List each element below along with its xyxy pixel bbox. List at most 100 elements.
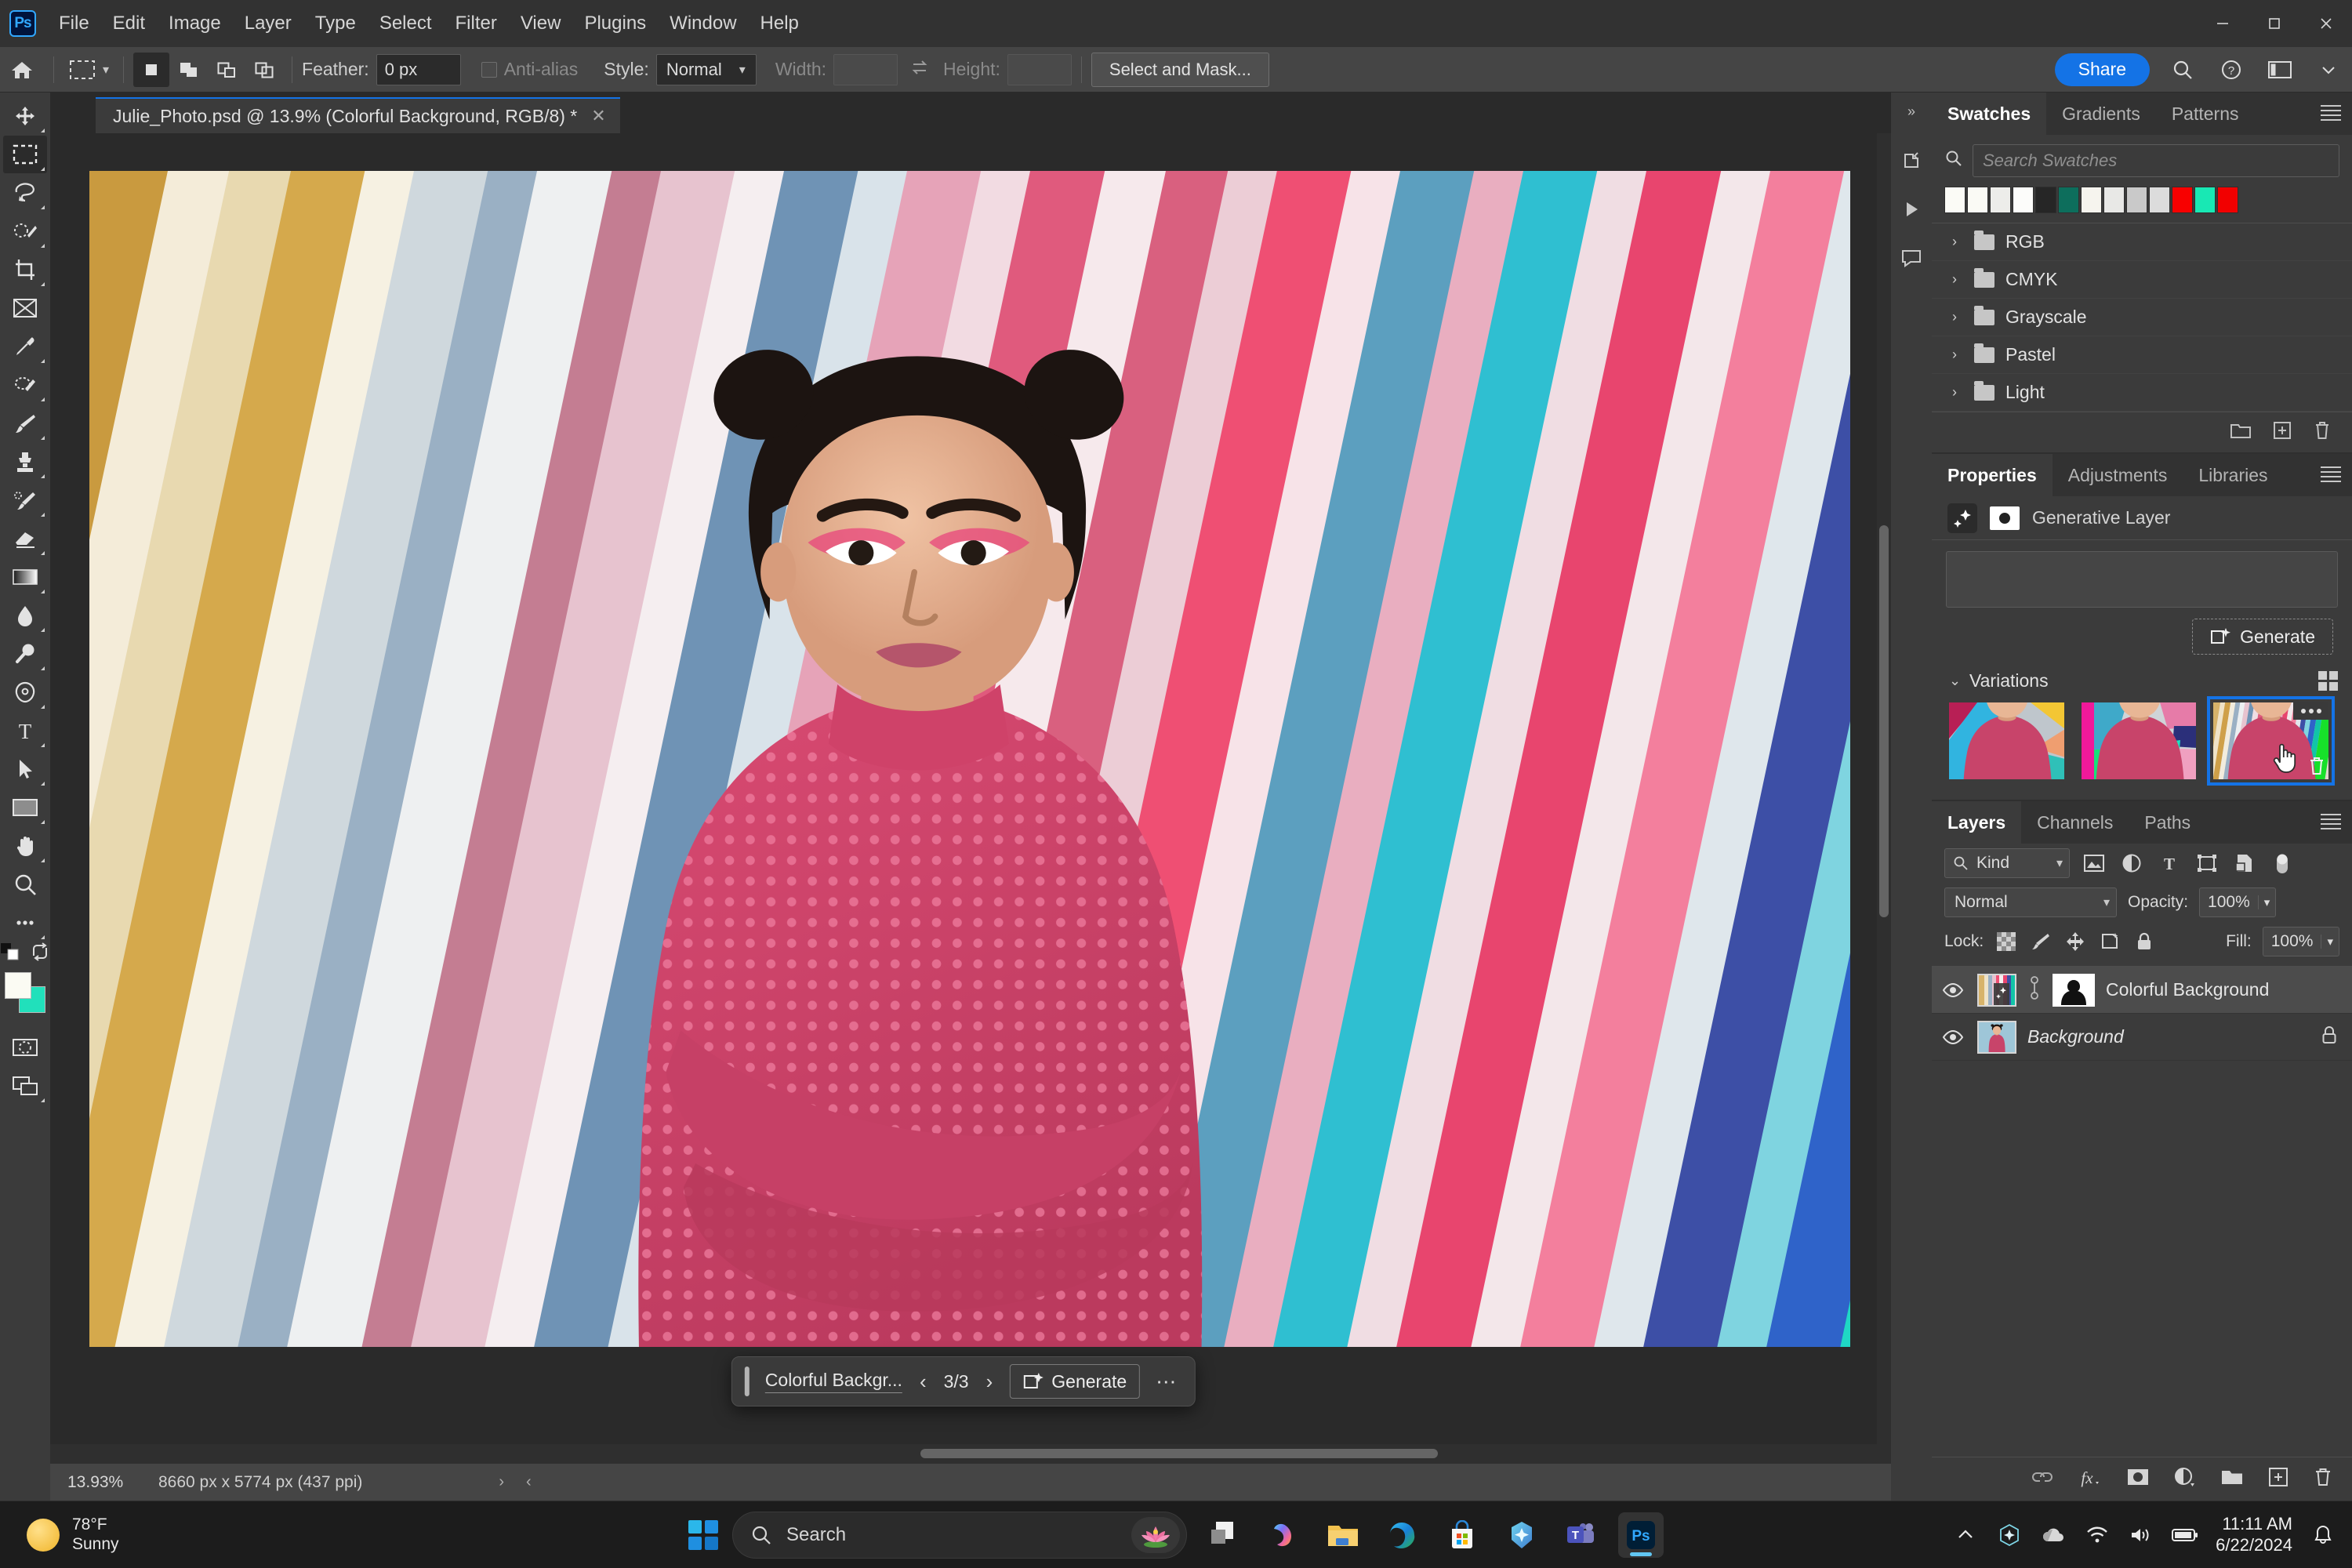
photoshop-icon[interactable]: Ps (1618, 1512, 1664, 1558)
lock-all-icon[interactable] (2132, 930, 2156, 953)
chevron-right-icon[interactable]: › (980, 1370, 1000, 1394)
gradient-tool[interactable] (3, 558, 47, 596)
canvas-horizontal-scrollbar[interactable] (50, 1444, 1891, 1463)
more-options-icon[interactable]: ⋯ (1151, 1370, 1182, 1394)
opacity-input[interactable]: 100% ▾ (2199, 887, 2277, 917)
intersect-selection-button[interactable] (246, 53, 282, 87)
copilot-icon[interactable] (1261, 1512, 1306, 1558)
swatch-item[interactable] (2058, 187, 2079, 213)
menu-type[interactable]: Type (303, 0, 368, 47)
blur-tool[interactable] (3, 597, 47, 634)
swatch-item[interactable] (2013, 187, 2034, 213)
share-button[interactable]: Share (2054, 53, 2150, 86)
document-tab[interactable]: Julie_Photo.psd @ 13.9% (Colorful Backgr… (96, 97, 620, 133)
pen-tool[interactable] (3, 673, 47, 711)
layer-link-icon[interactable] (2027, 975, 2042, 1004)
variation-thumbnail-1[interactable] (1949, 702, 2064, 779)
swatch-item[interactable] (2126, 187, 2147, 213)
hand-tool[interactable] (3, 827, 47, 865)
chevron-down-icon[interactable] (2313, 54, 2344, 85)
swatch-item[interactable] (2217, 187, 2238, 213)
taskbar-search-input[interactable]: Search (732, 1511, 1187, 1559)
style-select[interactable]: Normal ▾ (655, 53, 757, 85)
variations-header[interactable]: ⌄ Variations (1932, 664, 2352, 699)
layer-thumbnail[interactable] (1977, 1020, 2016, 1054)
canvas-vertical-scrollbar[interactable] (1877, 133, 1891, 1444)
close-icon[interactable]: ✕ (591, 106, 605, 126)
layer-name[interactable]: Colorful Background (2106, 979, 2338, 1000)
clone-stamp-tool[interactable] (3, 443, 47, 481)
adjustment-layer-icon[interactable] (2173, 1467, 2197, 1492)
link-layers-icon[interactable] (2031, 1468, 2054, 1490)
layer-thumbnail[interactable] (1977, 973, 2016, 1007)
layer-lock-icon[interactable] (2321, 1025, 2338, 1050)
type-tool[interactable]: T (3, 712, 47, 750)
layer-name[interactable]: Background (2027, 1026, 2310, 1047)
chevron-left-icon[interactable]: ‹ (913, 1370, 933, 1394)
play-icon[interactable] (1896, 194, 1927, 225)
object-selection-tool[interactable] (3, 212, 47, 250)
layer-visibility-icon[interactable] (1940, 1029, 1966, 1045)
screen-mode-icon[interactable] (3, 1067, 47, 1105)
zoom-tool[interactable] (3, 866, 47, 903)
menu-filter[interactable]: Filter (444, 0, 509, 47)
minimize-icon[interactable] (2197, 0, 2249, 47)
menu-image[interactable]: Image (157, 0, 233, 47)
bell-icon[interactable] (2310, 1522, 2336, 1548)
anti-alias-checkbox[interactable] (481, 61, 497, 78)
menu-select[interactable]: Select (368, 0, 444, 47)
spot-healing-brush-tool[interactable] (3, 366, 47, 404)
layer-style-icon[interactable]: fx (2078, 1467, 2103, 1492)
home-icon[interactable] (0, 59, 44, 81)
artboard-image[interactable] (89, 171, 1850, 1347)
swatch-item[interactable] (1967, 187, 1988, 213)
eraser-tool[interactable] (3, 520, 47, 557)
microsoft-store-icon[interactable] (1439, 1512, 1485, 1558)
file-explorer-icon[interactable] (1320, 1512, 1366, 1558)
workspace-icon[interactable] (2264, 54, 2296, 85)
swatch-item[interactable] (2149, 187, 2170, 213)
generative-prompt-input[interactable] (1946, 551, 2338, 608)
panel-menu-icon[interactable] (2321, 814, 2341, 833)
swatch-item[interactable] (2103, 187, 2125, 213)
menu-file[interactable]: File (47, 0, 101, 47)
tab-swatches[interactable]: Swatches (1932, 93, 2047, 135)
close-icon[interactable] (2300, 0, 2352, 47)
lock-position-icon[interactable] (2063, 930, 2087, 953)
generate-button[interactable]: Generate (2192, 619, 2333, 655)
tab-channels[interactable]: Channels (2021, 801, 2129, 844)
task-view-icon[interactable] (1201, 1512, 1247, 1558)
swatch-folder-light[interactable]: › Light (1932, 374, 2352, 412)
tool-preset-picker[interactable]: ▾ (64, 58, 114, 82)
swatch-item[interactable] (1944, 187, 1965, 213)
add-mask-icon[interactable] (2126, 1468, 2150, 1491)
pixel-filter-icon[interactable] (2081, 850, 2107, 877)
brush-tool[interactable] (3, 405, 47, 442)
feather-input[interactable] (376, 53, 461, 85)
lock-artboard-icon[interactable] (2098, 930, 2122, 953)
lasso-tool[interactable] (3, 174, 47, 212)
maximize-icon[interactable] (2249, 0, 2300, 47)
lock-image-icon[interactable] (2029, 930, 2053, 953)
fill-input[interactable]: 100% ▾ (2262, 927, 2339, 956)
onedrive-icon[interactable] (2040, 1522, 2067, 1548)
eyedropper-tool[interactable] (3, 328, 47, 365)
lotus-flower-icon[interactable] (1131, 1516, 1180, 1553)
tab-gradients[interactable]: Gradients (2046, 93, 2156, 135)
smart-object-filter-icon[interactable] (2231, 850, 2258, 877)
drag-handle[interactable] (744, 1367, 750, 1396)
wifi-icon[interactable] (2084, 1522, 2111, 1548)
battery-icon[interactable] (2172, 1522, 2198, 1548)
tab-libraries[interactable]: Libraries (2183, 454, 2284, 496)
width-input[interactable] (833, 53, 898, 85)
search-swatches-input[interactable]: Search Swatches (1973, 144, 2339, 177)
height-input[interactable] (1007, 53, 1072, 85)
swatch-folder-grayscale[interactable]: › Grayscale (1932, 299, 2352, 336)
help-icon[interactable]: ? (2216, 54, 2247, 85)
frame-tool[interactable] (3, 289, 47, 327)
delete-swatch-icon[interactable] (2313, 420, 2332, 445)
new-layer-icon[interactable] (2267, 1467, 2289, 1492)
ctx-generate-button[interactable]: Generate (1010, 1364, 1141, 1399)
zoom-level[interactable]: 13.93% (50, 1473, 144, 1492)
swatch-item[interactable] (2194, 187, 2216, 213)
